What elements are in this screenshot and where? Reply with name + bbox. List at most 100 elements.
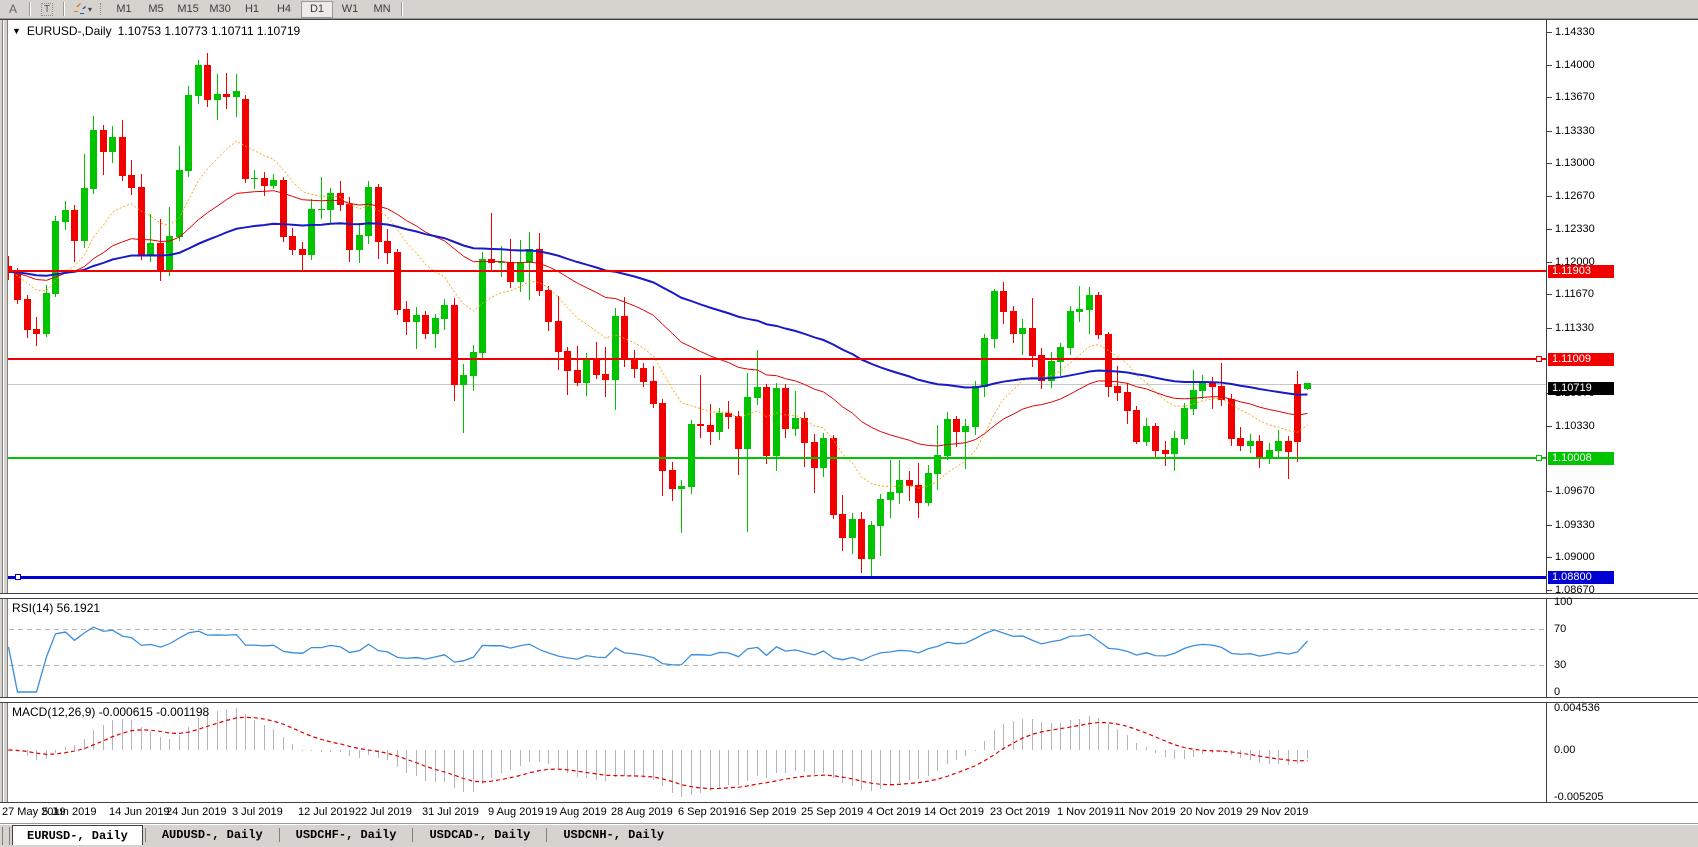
tab-divider [412,828,413,842]
timeframe-button-d1[interactable]: D1 [301,1,333,18]
chart-title: ▼ EURUSD-,Daily 1.10753 1.10773 1.10711 … [12,24,300,38]
symbol-name: EURUSD-,Daily [27,24,112,38]
macd-scale-label: -0.005205 [1554,791,1604,803]
date-axis-label: 25 Sep 2019 [801,806,863,818]
date-axis-label: 9 Aug 2019 [488,806,544,818]
price-tick-label: 1.13330 [1555,125,1595,137]
price-tick-mark [1547,328,1552,329]
window-left-edge [0,20,8,846]
price-tick-mark [1547,163,1552,164]
toolbar-separator [401,2,403,16]
hline-price-tag: 1.10008 [1548,452,1614,465]
timeframe-button-h1[interactable]: H1 [237,2,267,17]
top-toolbar: A T ▾ M1M5M15M30H1H4D1W1MN [0,0,1698,19]
chart-tab-usdchf[interactable]: USDCHF-, Daily [282,825,411,843]
price-tick-label: 1.14000 [1555,59,1595,71]
panel-separator[interactable] [0,593,1698,599]
price-tick-mark [1547,65,1552,66]
current-price-tag: 1.10719 [1548,382,1614,395]
timeframe-button-m15[interactable]: M15 [173,2,203,17]
price-tick-mark [1547,491,1552,492]
date-axis-label: 20 Nov 2019 [1180,806,1242,818]
price-tick-mark [1547,294,1552,295]
date-axis-label: 12 Jul 2019 [298,806,355,818]
date-axis-label: 6 Sep 2019 [678,806,734,818]
date-axis-label: 1 Nov 2019 [1057,806,1113,818]
price-tick-label: 1.11330 [1555,322,1594,334]
price-tick-mark [1547,196,1552,197]
toolbar-separator [29,2,31,16]
chart-tab-audusd[interactable]: AUDUSD-, Daily [148,825,277,843]
main-chart-canvas[interactable] [0,20,1546,594]
price-tick-mark [1547,590,1552,591]
date-axis-label: 22 Jul 2019 [355,806,412,818]
date-axis-label: 14 Jun 2019 [109,806,170,818]
timeframe-button-group: M1M5M15M30H1H4D1W1MN [108,1,398,18]
quote-ohlc: 1.10753 1.10773 1.10711 1.10719 [118,24,301,38]
rsi-scale-label: 100 [1554,596,1572,608]
chart-tab-usdcad[interactable]: USDCAD-, Daily [415,825,544,843]
timeframe-button-m30[interactable]: M30 [205,2,235,17]
hline-price-tag: 1.11009 [1548,353,1614,366]
price-tick-mark [1547,525,1552,526]
date-axis-label: 3 Jul 2019 [232,806,283,818]
price-tick-mark [1547,557,1552,558]
macd-indicator-label: MACD(12,26,9) -0.000615 -0.001198 [12,705,209,719]
chevron-down-icon: ▾ [88,5,92,14]
chart-window: ▼ EURUSD-,Daily 1.10753 1.10773 1.10711 … [0,19,1698,846]
price-axis[interactable]: 1.143301.140001.136701.133301.130001.126… [1546,20,1698,803]
price-tick-mark [1547,131,1552,132]
panel-border [0,802,1698,803]
date-axis-label: 29 Nov 2019 [1246,806,1308,818]
macd-scale-label: 0.004536 [1554,702,1600,714]
tab-divider [546,828,547,842]
toolbar-grip[interactable] [100,3,104,15]
chart-tab-eurusd[interactable]: EURUSD-, Daily [12,825,143,845]
price-tick-label: 1.09670 [1555,485,1595,497]
date-axis-label: 11 Nov 2019 [1114,806,1176,818]
rsi-scale-label: 0 [1554,686,1560,698]
rsi-panel-canvas[interactable] [0,597,1546,697]
rsi-scale-label: 70 [1554,623,1566,635]
price-tick-label: 1.13670 [1555,91,1595,103]
price-tick-mark [1547,32,1552,33]
timeframe-button-mn[interactable]: MN [367,2,397,17]
panel-separator[interactable] [0,697,1698,703]
price-tick-label: 1.13000 [1555,157,1595,169]
price-tick-label: 1.10330 [1555,420,1595,432]
price-tick-label: 1.09000 [1555,551,1595,563]
tab-divider [279,828,280,842]
price-tick-mark [1547,229,1552,230]
price-tick-label: 1.12670 [1555,190,1595,202]
text-tool-icon: T [41,3,53,16]
price-tick-label: 1.12330 [1555,223,1595,235]
price-tick-label: 1.11670 [1555,288,1594,300]
cursor-tool-button[interactable]: ▾ [68,1,96,17]
timeframe-button-m5[interactable]: M5 [141,2,171,17]
timeframe-button-w1[interactable]: W1 [335,2,365,17]
date-axis-label: 4 Oct 2019 [867,806,921,818]
date-axis-label: 5 Jun 2019 [42,806,96,818]
date-axis-label: 19 Aug 2019 [545,806,607,818]
rsi-indicator-label: RSI(14) 56.1921 [12,601,100,615]
macd-panel-canvas[interactable] [0,701,1546,802]
chart-tab-bar: EURUSD-, Daily AUDUSD-, Daily USDCHF-, Dai… [0,824,1698,847]
text-tool-button[interactable]: T [34,1,60,17]
rsi-scale-label: 30 [1554,659,1566,671]
cursor-arrows-icon [72,3,86,15]
hline-price-tag: 1.08800 [1548,571,1614,584]
toolbar-separator [63,2,65,16]
chart-tab-usdcnh[interactable]: USDCNH-, Daily [549,825,678,843]
tab-divider [145,828,146,842]
symbol-dropdown-icon[interactable]: ▼ [12,26,21,36]
date-axis-label: 31 Jul 2019 [422,806,479,818]
date-axis-label: 14 Oct 2019 [924,806,984,818]
date-axis[interactable]: 27 May 20195 Jun 201914 Jun 201924 Jun 2… [0,803,1698,824]
annotate-tool-button[interactable]: A [0,1,26,17]
tab-bar-grip[interactable] [2,827,10,845]
timeframe-button-m1[interactable]: M1 [109,2,139,17]
date-axis-label: 23 Oct 2019 [990,806,1050,818]
timeframe-button-h4[interactable]: H4 [269,2,299,17]
hline-price-tag: 1.11903 [1548,265,1614,278]
date-axis-label: 16 Sep 2019 [734,806,796,818]
